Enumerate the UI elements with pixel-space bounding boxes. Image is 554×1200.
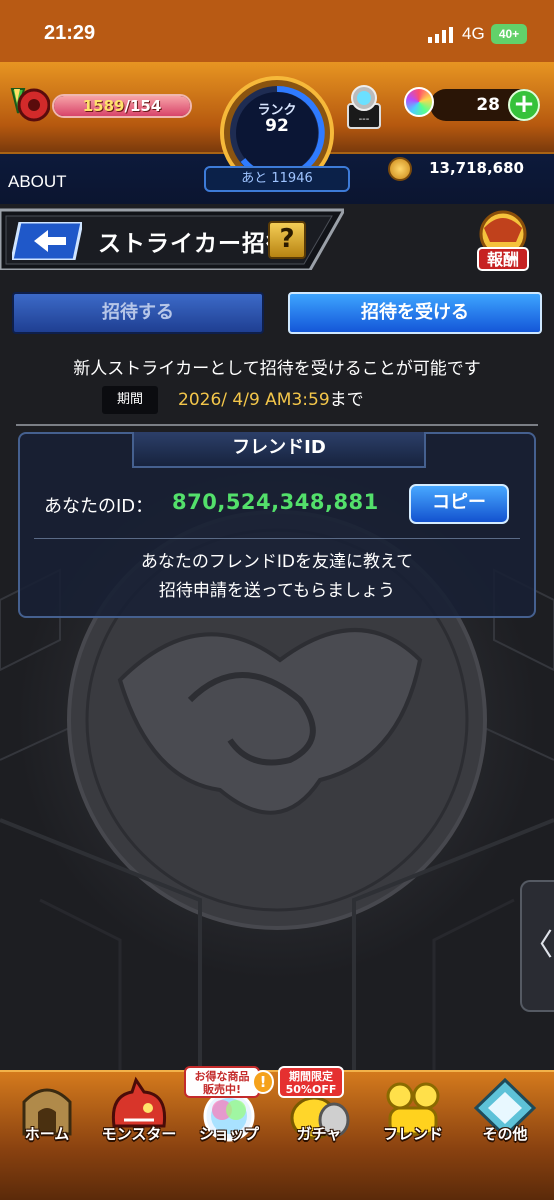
status-time: 21:29 [44, 22, 96, 44]
nav-friend[interactable]: フレンド [370, 1076, 456, 1162]
gacha-badge-line-1: 期間限定 [289, 1070, 333, 1083]
nav-friend-label: フレンド [382, 1125, 443, 1143]
period-suffix: まで [329, 390, 364, 410]
reward-button[interactable]: 報酬 [472, 208, 534, 274]
period-label: 期間 [102, 386, 158, 414]
nav-gacha-label: ガチャ [296, 1125, 342, 1143]
side-drawer-tab[interactable]: 〈 [520, 880, 554, 1012]
nav-home[interactable]: ホーム [4, 1076, 90, 1162]
stamina-text: 1589/154 [82, 97, 162, 115]
orb-icon [404, 87, 434, 117]
orb-add-button[interactable]: + [508, 89, 540, 121]
rank-value: 92 [265, 116, 289, 136]
luck-icon[interactable]: --- [344, 82, 384, 132]
coin-count: 13,718,680 [429, 159, 524, 177]
nav-other[interactable]: その他 [462, 1076, 548, 1162]
shop-badge-line-1: お得な商品 [194, 1070, 250, 1083]
nav-shop-label: ショップ [198, 1125, 259, 1143]
id-label: あなたのID： [44, 496, 154, 517]
network-label: 4G [462, 24, 485, 43]
game-header: 1589/154 ランク 92 あと 11946 --- 28 + ABOUT … [0, 62, 554, 204]
instruction-line-1: あなたのフレンドIDを友達に教えて [140, 552, 414, 572]
shop-alert-icon: ! [252, 1070, 274, 1094]
about-link[interactable]: ABOUT [8, 172, 67, 192]
nav-home-label: ホーム [24, 1125, 70, 1143]
period-value: 2026/ 4/9 AM3:59まで [178, 386, 364, 414]
copy-button[interactable]: コピー [409, 484, 509, 524]
invite-notice: 新人ストライカーとして招待を受けることが可能です [73, 359, 481, 379]
shop-sale-badge: お得な商品 販売中! [184, 1066, 260, 1098]
tab-invite[interactable]: 招待する [12, 292, 264, 334]
signal-icon [428, 27, 453, 43]
nav-monster-label: モンスター [101, 1125, 177, 1143]
nav-other-label: その他 [482, 1125, 528, 1143]
shop-badge-line-2: 販売中! [202, 1083, 242, 1096]
exp-remaining: あと 11946 [204, 166, 350, 192]
battery-icon: 40+ [491, 24, 527, 44]
orb-count: 28 [476, 95, 500, 115]
reward-label: 報酬 [487, 250, 519, 269]
instruction-line-2: 招待申請を送ってもらましょう [158, 581, 396, 601]
section-divider [16, 424, 538, 426]
stamina-bar: 1589/154 [52, 94, 192, 118]
period-date: 2026/ 4/9 AM3:59 [178, 390, 330, 410]
friend-id-panel: フレンドID あなたのID： 870,524,348,881 コピー あなたのフ… [18, 432, 536, 618]
coin-icon [388, 157, 412, 181]
gacha-badge-line-2: 50%OFF [285, 1083, 337, 1096]
invite-instruction: あなたのフレンドIDを友達に教えて 招待申請を送ってもらましょう [20, 548, 534, 606]
gacha-discount-badge: 期間限定 50%OFF [278, 1066, 344, 1098]
page-title: ストライカー招待 [98, 231, 290, 257]
friend-id-value: 870,524,348,881 [172, 490, 379, 514]
friend-id-header: フレンドID [132, 432, 426, 468]
nav-monster[interactable]: モンスター [96, 1076, 182, 1162]
panel-divider [34, 538, 520, 539]
back-button[interactable] [12, 222, 82, 260]
tab-receive-invite[interactable]: 招待を受ける [288, 292, 542, 334]
help-button[interactable]: ? [268, 221, 306, 259]
rank-badge-icon [10, 88, 50, 122]
luck-label: --- [359, 114, 370, 125]
status-bar: 21:29 4G 40+ [0, 0, 554, 62]
